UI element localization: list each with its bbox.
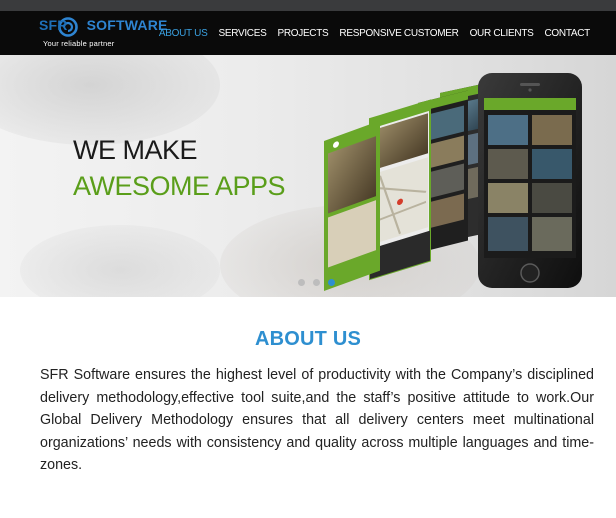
nav-item-projects[interactable]: PROJECTS	[277, 28, 328, 39]
browser-top-strip	[0, 0, 616, 11]
hero-heading-line2: AWESOME APPS	[73, 171, 286, 201]
slider-dot-2[interactable]	[313, 279, 320, 286]
app-screens-illustration	[324, 73, 582, 291]
about-paragraph: SFR Software ensures the highest level o…	[40, 367, 594, 474]
logo-tagline: Your reliable partner	[43, 39, 115, 48]
logo-brand-left: SFR	[39, 17, 68, 33]
navbar: SFR SOFTWARE Your reliable partner ABOUT …	[0, 11, 616, 55]
hero-slider: WE MAKE AWESOME APPS	[0, 55, 616, 297]
slider-dot-1[interactable]	[298, 279, 305, 286]
main-nav: ABOUT US SERVICES PROJECTS RESPONSIVE CU…	[148, 11, 590, 55]
site-logo[interactable]: SFR SOFTWARE Your reliable partner	[37, 16, 167, 50]
nav-item-our-clients[interactable]: OUR CLIENTS	[470, 28, 534, 39]
hero-heading-line1: WE MAKE	[73, 135, 198, 165]
nav-item-services[interactable]: SERVICES	[218, 28, 266, 39]
slider-dot-3[interactable]	[328, 279, 335, 286]
nav-item-about-us[interactable]: ABOUT US	[159, 28, 208, 39]
nav-item-contact[interactable]: CONTACT	[545, 28, 591, 39]
about-heading: ABOUT US	[254, 328, 362, 350]
nav-item-responsive-customer[interactable]: RESPONSIVE CUSTOMER	[339, 28, 458, 39]
slider-pagination	[298, 279, 335, 286]
